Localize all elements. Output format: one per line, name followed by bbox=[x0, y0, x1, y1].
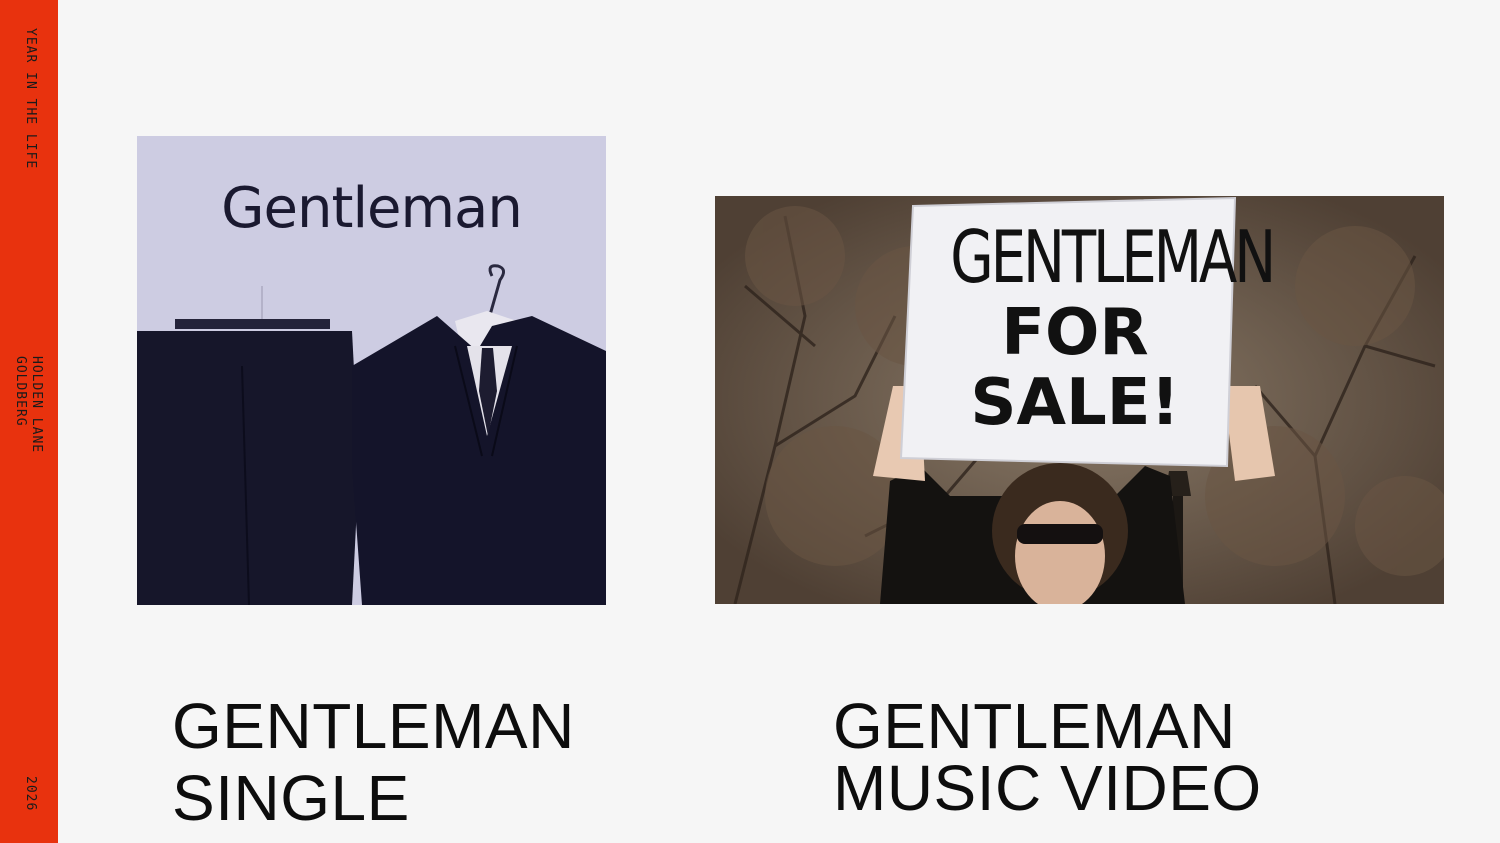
single-caption: GENTLEMAN SINGLE bbox=[172, 690, 575, 834]
video-caption-line1: GENTLEMAN bbox=[833, 690, 1236, 762]
artist-name-line1: HOLDEN LANE bbox=[29, 356, 44, 454]
artist-name: HOLDEN LANE GOLDBERG bbox=[12, 356, 44, 453]
sidebar-strip: YEAR IN THE LIFE HOLDEN LANE GOLDBERG 20… bbox=[0, 0, 58, 843]
sign-line2: FOR bbox=[1001, 296, 1149, 370]
single-cover-art: Gentleman bbox=[137, 136, 606, 605]
single-caption-line2: SINGLE bbox=[172, 762, 410, 834]
series-title: YEAR IN THE LIFE bbox=[23, 28, 38, 170]
sign-line1: GENTLEMAN bbox=[950, 215, 1276, 299]
single-caption-line1: GENTLEMAN bbox=[172, 690, 575, 762]
video-caption: GENTLEMAN MUSIC VIDEO bbox=[833, 690, 1262, 824]
video-caption-line2: MUSIC VIDEO bbox=[833, 752, 1262, 824]
year-label: 2026 bbox=[23, 776, 38, 812]
protest-sign: GENTLEMAN FOR SALE! bbox=[915, 215, 1276, 440]
artist-name-line2: GOLDBERG bbox=[13, 356, 28, 427]
suit-illustration bbox=[137, 264, 606, 605]
sign-line3: SALE! bbox=[970, 366, 1180, 440]
music-video-still: GENTLEMAN FOR SALE! bbox=[715, 196, 1444, 604]
